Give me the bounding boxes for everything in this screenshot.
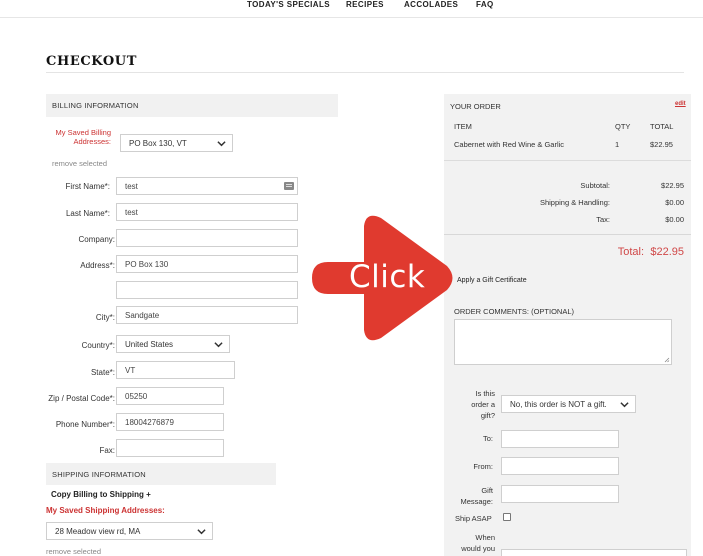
gift-from-field[interactable] [501,457,619,475]
first-name-field[interactable]: test [116,177,298,195]
ship-asap-label: Ship ASAP [455,514,492,523]
phone-value: 18004276879 [125,417,174,427]
saved-billing-select[interactable]: PO Box 130, VT [120,134,233,152]
edit-order-link[interactable]: edit [675,101,686,107]
phone-field[interactable]: 18004276879 [116,413,224,431]
nav-item-todays-specials[interactable]: TODAY'S SPECIALS [247,0,330,9]
chevron-down-icon [620,402,629,408]
order-comments-label: ORDER COMMENTS: (OPTIONAL) [454,307,575,316]
ship-date-label: When would you [461,533,495,553]
city-label: City*: [95,313,115,322]
order-title: YOUR ORDER [450,102,501,111]
company-label: Company: [78,235,115,244]
address-line1-field[interactable]: PO Box 130 [116,255,298,273]
country-value: United States [125,339,174,349]
title-divider [46,72,684,73]
last-name-field[interactable]: test [116,203,298,221]
top-nav: TODAY'S SPECIALS RECIPES ACCOLADES FAQ [0,0,703,18]
billing-section-header: BILLING INFORMATION [46,94,338,117]
city-value: Sandgate [125,310,160,320]
shipping-section-header: SHIPPING INFORMATION [46,463,276,485]
col-total-header: TOTAL [650,122,674,131]
nav-item-accolades[interactable]: ACCOLADES [404,0,458,9]
last-name-value: test [125,207,138,217]
copy-billing-to-shipping-link[interactable]: Copy Billing to Shipping + [51,490,151,499]
gift-to-field[interactable] [501,430,619,448]
click-overlay-label: Click [349,259,426,295]
saved-shipping-value: 28 Meadow view rd, MA [55,526,141,536]
total-label: Total: [617,246,644,258]
gift-select[interactable]: No, this order is NOT a gift. [501,395,636,413]
city-field[interactable]: Sandgate [116,306,298,324]
address-line1-value: PO Box 130 [125,259,169,269]
last-name-label: Last Name*: [65,209,110,218]
zip-field[interactable]: 05250 [116,387,224,405]
tax-label: Tax: [596,215,610,224]
saved-billing-value: PO Box 130, VT [129,138,187,148]
ship-date-field[interactable] [501,549,687,556]
gift-to-label: To: [482,434,493,443]
billing-section-title: BILLING INFORMATION [52,101,139,110]
gift-message-field[interactable] [501,485,619,503]
col-qty-header: QTY [615,122,631,131]
state-value: VT [125,365,136,375]
subtotal-label: Subtotal: [580,181,610,190]
nav-item-recipes[interactable]: RECIPES [346,0,384,9]
phone-label: Phone Number*: [55,420,115,429]
gift-question-label: Is this order a gift? [471,389,495,420]
remove-selected-shipping-link[interactable]: remove selected [46,547,101,556]
col-item-header: ITEM [454,122,472,131]
tax-value: $0.00 [665,215,684,224]
page-title: CHECKOUT [46,54,137,69]
first-name-label: First Name*: [65,182,110,191]
zip-value: 05250 [125,391,148,401]
resize-handle-icon[interactable] [664,357,670,363]
order-item-qty: 1 [615,140,620,149]
subtotal-value: $22.95 [661,181,684,190]
ship-asap-checkbox[interactable] [503,513,511,521]
address-line2-field[interactable] [116,281,298,299]
total-value: $22.95 [650,246,684,258]
saved-billing-label: My Saved Billing Addresses: [55,128,111,146]
remove-selected-billing-link[interactable]: remove selected [52,159,107,168]
gift-certificate-link[interactable]: Apply a Gift Certificate [457,277,527,284]
nav-item-faq[interactable]: FAQ [476,0,494,9]
country-select[interactable]: United States [116,335,230,353]
saved-shipping-label: My Saved Shipping Addresses: [46,506,165,515]
chevron-down-icon [217,141,226,147]
gift-select-value: No, this order is NOT a gift. [510,399,607,409]
order-item-name: Cabernet with Red Wine & Garlic [454,140,565,149]
order-items-divider [444,160,691,161]
fax-field[interactable] [116,439,224,457]
shipping-section-title: SHIPPING INFORMATION [52,469,146,479]
nav-divider [0,17,703,18]
gift-message-label: Gift Message: [460,486,493,506]
chevron-down-icon [197,529,206,535]
state-label: State*: [90,368,115,377]
totals-divider [444,234,691,235]
contact-card-icon [284,182,294,190]
first-name-value: test [125,181,138,191]
zip-label: Zip / Postal Code*: [48,394,115,403]
state-field[interactable]: VT [116,361,235,379]
company-field[interactable] [116,229,298,247]
shipping-handling-label: Shipping & Handling: [539,198,610,207]
order-item-total: $22.95 [650,140,673,149]
shipping-handling-value: $0.00 [665,198,684,207]
saved-shipping-select[interactable]: 28 Meadow view rd, MA [46,522,213,540]
address-label: Address*: [80,261,115,270]
chevron-down-icon [214,342,223,348]
order-comments-textarea[interactable] [454,319,672,365]
fax-label: Fax: [99,446,115,455]
gift-from-label: From: [473,462,493,471]
country-label: Country*: [81,341,115,350]
